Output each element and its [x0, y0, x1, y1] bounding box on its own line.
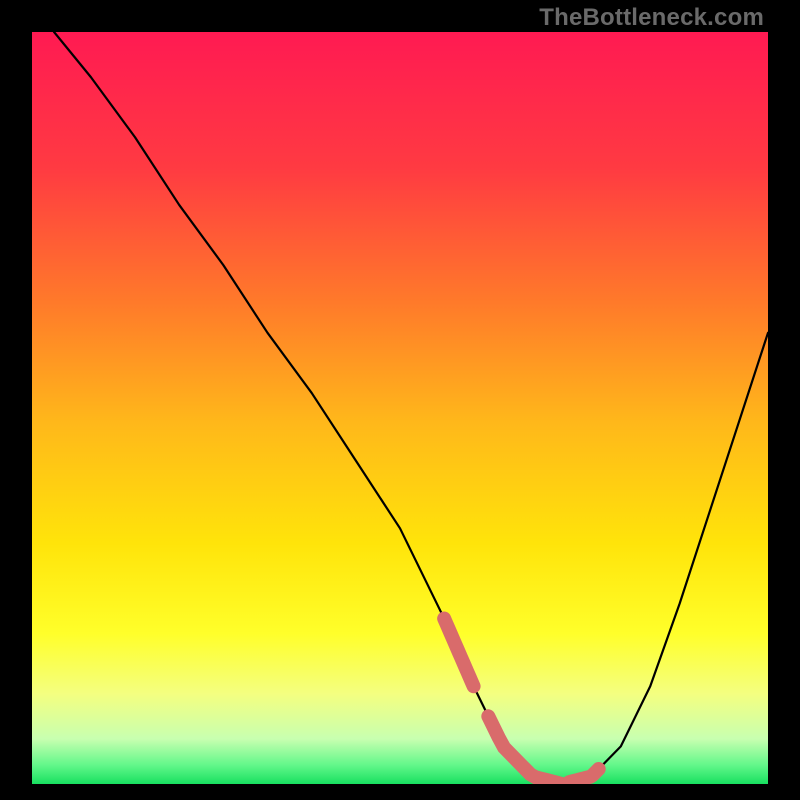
gradient-background — [32, 32, 768, 784]
chart-svg — [32, 32, 768, 784]
attribution-text: TheBottleneck.com — [539, 4, 764, 32]
chart-frame — [32, 32, 768, 784]
